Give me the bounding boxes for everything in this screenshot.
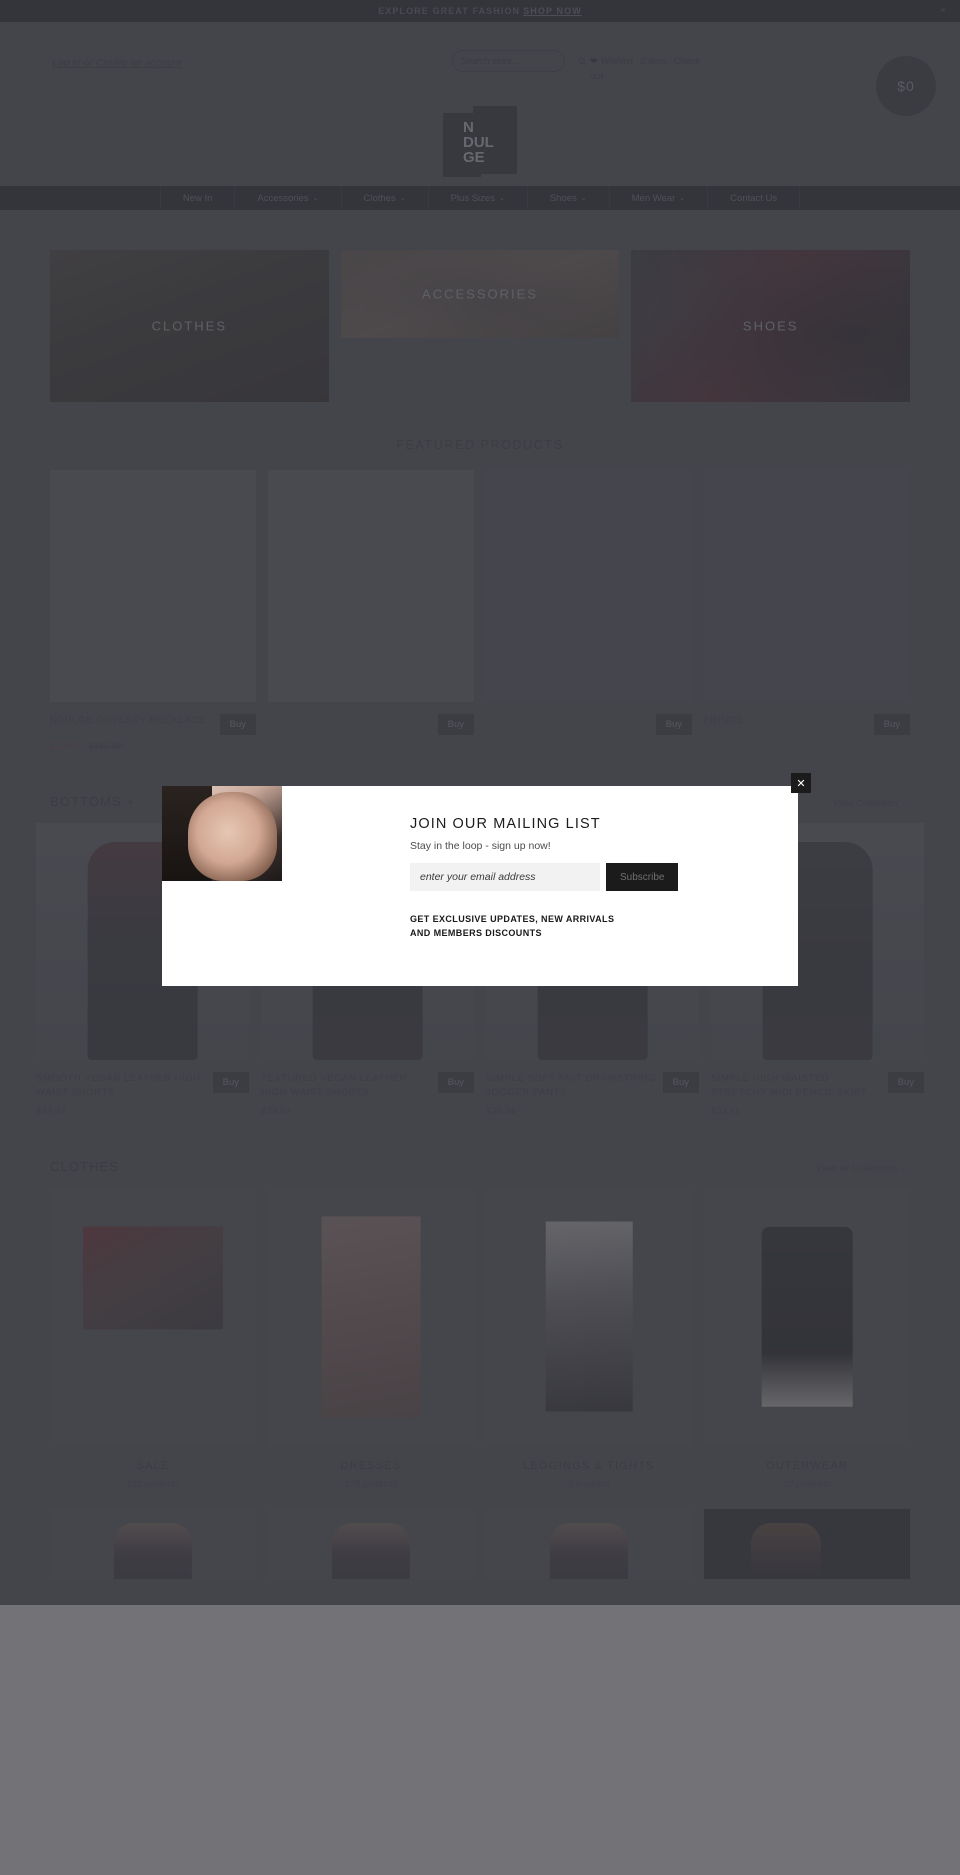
close-icon[interactable]: ✕ <box>791 773 811 793</box>
modal-title: JOIN OUR MAILING LIST <box>410 816 601 832</box>
modal-note-line-1: GET EXCLUSIVE UPDATES, NEW ARRIVALS <box>410 914 615 924</box>
modal-note-line-2: AND MEMBERS DISCOUNTS <box>410 927 542 938</box>
modal-note: GET EXCLUSIVE UPDATES, NEW ARRIVALS AND … <box>410 913 640 941</box>
newsletter-form: Subscribe <box>410 863 798 891</box>
store-homepage: EXPLORE GREAT FASHIONSHOP NOW × Log in o… <box>0 0 960 1875</box>
modal-image <box>162 786 282 881</box>
subscribe-button[interactable]: Subscribe <box>606 863 679 891</box>
modal-subtitle: Stay in the loop - sign up now! <box>410 840 551 852</box>
newsletter-modal: ✕ JOIN OUR MAILING LIST Stay in the loop… <box>162 773 811 986</box>
modal-image-face <box>188 791 278 881</box>
modal-body: JOIN OUR MAILING LIST Stay in the loop -… <box>282 786 798 986</box>
email-field[interactable] <box>410 863 600 891</box>
